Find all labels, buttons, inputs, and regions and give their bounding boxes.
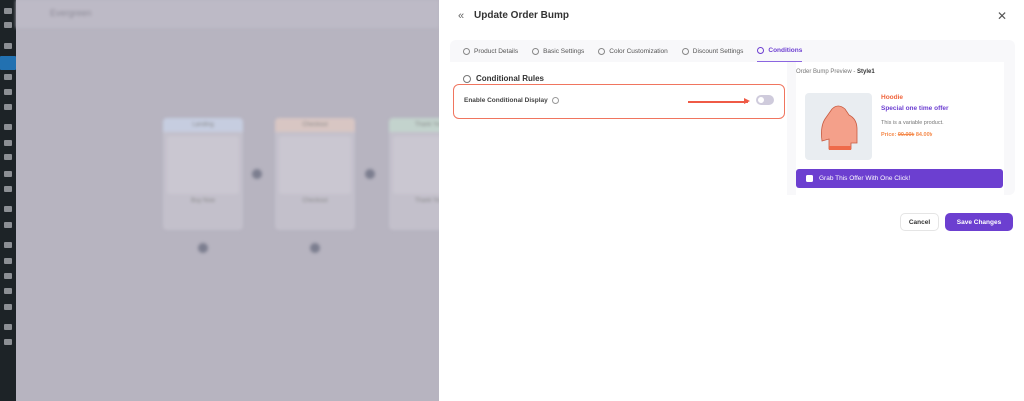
save-changes-button[interactable]: Save Changes bbox=[945, 213, 1013, 231]
grab-offer-bar[interactable]: Grab This Offer With One Click! bbox=[796, 169, 1003, 188]
grid-icon[interactable] bbox=[4, 304, 12, 310]
product-price: Price: 90.00৳ 84.00৳ bbox=[881, 132, 932, 140]
order-bump-card: Product Details Basic Settings Color Cus… bbox=[450, 40, 1015, 195]
automation-dot bbox=[310, 243, 320, 253]
preview-label: Order Bump Preview - Style1 bbox=[796, 69, 875, 75]
conditional-display-row: Enable Conditional Display bbox=[453, 84, 785, 119]
products-icon[interactable] bbox=[4, 140, 12, 146]
pin-icon[interactable] bbox=[4, 43, 12, 49]
arrow-annotation bbox=[688, 98, 750, 104]
tab-label: Conditions bbox=[768, 47, 803, 54]
new-price: 84.00৳ bbox=[915, 132, 933, 138]
section-title-text: Conditional Rules bbox=[476, 74, 544, 83]
folder-icon[interactable] bbox=[4, 222, 12, 228]
tab-label: Basic Settings bbox=[543, 47, 585, 55]
payments-icon[interactable] bbox=[4, 154, 12, 160]
toggle-label: Enable Conditional Display bbox=[464, 97, 559, 104]
woo-icon[interactable] bbox=[4, 124, 12, 130]
conditions-pane: Conditional Rules Enable Conditional Dis… bbox=[450, 62, 787, 195]
node-thumbnail bbox=[279, 136, 351, 194]
preview-style: Style1 bbox=[857, 69, 875, 75]
canvas-header: Evergreen bbox=[16, 0, 439, 28]
translate-icon[interactable] bbox=[4, 324, 12, 330]
drawer-title: Update Order Bump bbox=[474, 10, 570, 21]
offer-cta-text: Grab This Offer With One Click! bbox=[819, 175, 911, 182]
tab-label: Product Details bbox=[474, 47, 519, 55]
tab-conditions[interactable]: Conditions bbox=[757, 40, 803, 62]
offer-title: Special one time offer bbox=[881, 105, 949, 112]
funnel-node: Landing Buy Now bbox=[163, 118, 243, 230]
funnel-icon[interactable] bbox=[0, 56, 16, 70]
close-icon[interactable]: ✕ bbox=[997, 9, 1007, 23]
tab-bar: Product Details Basic Settings Color Cus… bbox=[450, 40, 1015, 62]
preview-label-text: Order Bump Preview - bbox=[796, 69, 858, 75]
add-step-dot bbox=[365, 169, 375, 179]
tab-color-customization[interactable]: Color Customization bbox=[598, 40, 668, 62]
update-order-bump-drawer: « Update Order Bump ✕ Product Details Ba… bbox=[439, 0, 1024, 401]
dollar-icon bbox=[681, 47, 689, 55]
node-name: Checkout bbox=[302, 198, 328, 204]
cancel-button[interactable]: Cancel bbox=[900, 213, 939, 231]
tab-basic-settings[interactable]: Basic Settings bbox=[532, 40, 584, 62]
tab-discount-settings[interactable]: Discount Settings bbox=[681, 40, 744, 62]
dashboard-icon[interactable] bbox=[4, 8, 12, 14]
node-name: Buy Now bbox=[190, 198, 215, 204]
order-bump-preview: Order Bump Preview - Style1 Hoodie Speci… bbox=[796, 62, 1004, 195]
users-icon[interactable] bbox=[4, 258, 12, 264]
tab-label: Color Customization bbox=[609, 47, 668, 55]
media-icon[interactable] bbox=[4, 74, 12, 80]
funnel-node: Checkout Checkout bbox=[275, 118, 355, 230]
automation-dot bbox=[198, 243, 208, 253]
offer-checkbox[interactable] bbox=[806, 175, 813, 182]
product-description: This is a variable product. bbox=[881, 120, 944, 126]
toggle-label-text: Enable Conditional Display bbox=[464, 97, 548, 104]
analytics-icon[interactable] bbox=[4, 171, 12, 177]
collapse-drawer-button[interactable]: « bbox=[453, 9, 469, 25]
settings-icon bbox=[532, 47, 540, 55]
product-image bbox=[805, 93, 872, 160]
tools-icon[interactable] bbox=[4, 273, 12, 279]
palette-icon bbox=[598, 47, 606, 55]
node-header: Landing bbox=[163, 118, 243, 132]
funnel-title: Evergreen bbox=[50, 8, 92, 18]
box-icon bbox=[463, 47, 470, 55]
section-title: Conditional Rules bbox=[463, 74, 544, 83]
info-icon bbox=[757, 47, 765, 54]
marketing-icon[interactable] bbox=[4, 186, 12, 192]
price-label: Price: bbox=[881, 132, 898, 138]
settings-icon[interactable] bbox=[4, 288, 12, 294]
product-name: Hoodie bbox=[881, 94, 904, 101]
node-thumbnail bbox=[167, 136, 239, 194]
node-header: Checkout bbox=[275, 118, 355, 132]
appearance-icon[interactable] bbox=[4, 206, 12, 212]
info-icon bbox=[463, 74, 471, 83]
funnel-canvas-backdrop: Evergreen Landing Buy Now Checkout Check… bbox=[16, 0, 469, 401]
tab-label: Discount Settings bbox=[692, 47, 744, 55]
info-icon[interactable] bbox=[551, 97, 559, 104]
plugins-icon[interactable] bbox=[4, 242, 12, 248]
pages-icon[interactable] bbox=[4, 89, 12, 95]
tab-product-details[interactable]: Product Details bbox=[463, 40, 518, 62]
enable-conditional-display-toggle[interactable] bbox=[756, 95, 774, 105]
add-step-dot bbox=[252, 169, 262, 179]
hoodie-icon bbox=[821, 105, 858, 150]
collapse-icon[interactable] bbox=[4, 339, 12, 345]
mail-icon[interactable] bbox=[4, 22, 12, 28]
old-price: 90.00৳ bbox=[897, 132, 915, 138]
comments-icon[interactable] bbox=[4, 104, 12, 110]
wp-admin-sidebar bbox=[0, 0, 16, 401]
